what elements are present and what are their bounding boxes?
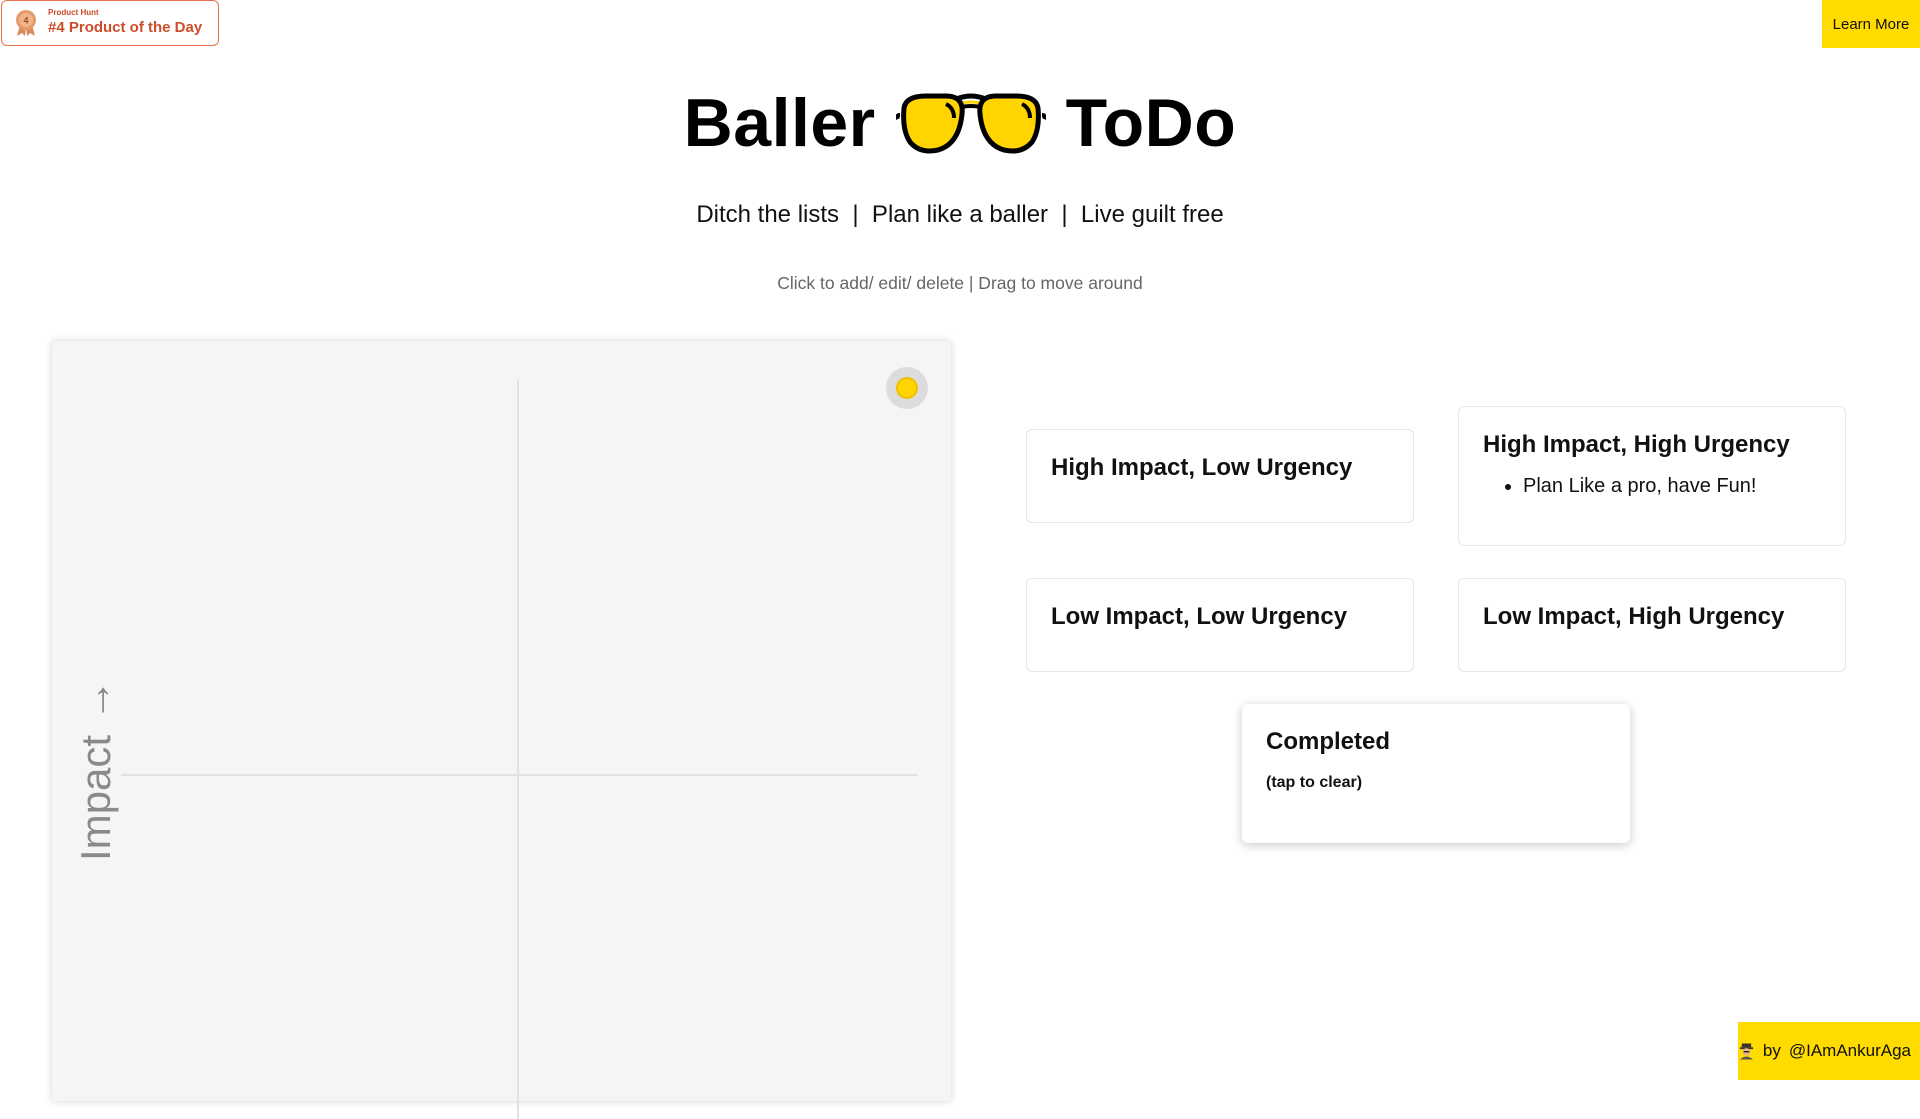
matrix-vertical-axis: [517, 379, 519, 1119]
quadrant-title: Low Impact, High Urgency: [1483, 603, 1821, 631]
priority-matrix[interactable]: Impact →: [52, 341, 951, 1101]
product-hunt-badge[interactable]: 4 Product Hunt #4 Product of the Day: [1, 0, 219, 46]
title-left: Baller: [684, 84, 876, 162]
page-title: Baller ToDo: [0, 84, 1920, 162]
medal-number: 4: [23, 16, 28, 26]
author-byline-link[interactable]: by @IAmAnkurAga: [1738, 1022, 1920, 1080]
quadrant-title: High Impact, High Urgency: [1483, 431, 1821, 459]
task-dot[interactable]: [886, 367, 928, 409]
impact-axis-label: Impact →: [72, 679, 120, 861]
title-right: ToDo: [1066, 84, 1237, 162]
byline-handle: @IAmAnkurAga: [1789, 1041, 1911, 1061]
badge-rank-label: #4 Product of the Day: [48, 20, 202, 37]
matrix-horizontal-axis: [121, 774, 917, 776]
completed-clear-hint: (tap to clear): [1266, 774, 1606, 792]
task-list: Plan Like a pro, have Fun!: [1483, 475, 1821, 498]
impact-axis-arrow: →: [72, 679, 119, 721]
quadrant-card-low-impact-high-urgency[interactable]: Low Impact, High Urgency: [1458, 578, 1846, 672]
person-icon: [1738, 1042, 1755, 1060]
byline-by: by: [1763, 1041, 1781, 1061]
quadrant-card-high-impact-high-urgency[interactable]: High Impact, High Urgency Plan Like a pr…: [1458, 406, 1846, 546]
task-dot-center: [896, 377, 918, 399]
badge-source-label: Product Hunt: [48, 9, 202, 18]
impact-axis-text: Impact: [72, 735, 119, 861]
medal-icon: 4: [14, 9, 38, 37]
tagline: Ditch the lists | Plan like a baller | L…: [0, 201, 1920, 229]
completed-title: Completed: [1266, 728, 1606, 756]
learn-more-button[interactable]: Learn More: [1822, 0, 1920, 48]
quadrant-card-low-impact-low-urgency[interactable]: Low Impact, Low Urgency: [1026, 578, 1414, 672]
quadrant-card-high-impact-low-urgency[interactable]: High Impact, Low Urgency: [1026, 429, 1414, 523]
quadrant-title: High Impact, Low Urgency: [1051, 454, 1389, 482]
instructions-hint: Click to add/ edit/ delete | Drag to mov…: [0, 273, 1920, 294]
task-item[interactable]: Plan Like a pro, have Fun!: [1523, 475, 1821, 498]
sunglasses-icon: [896, 88, 1046, 158]
completed-card[interactable]: Completed (tap to clear): [1242, 704, 1630, 843]
quadrant-title: Low Impact, Low Urgency: [1051, 603, 1389, 631]
